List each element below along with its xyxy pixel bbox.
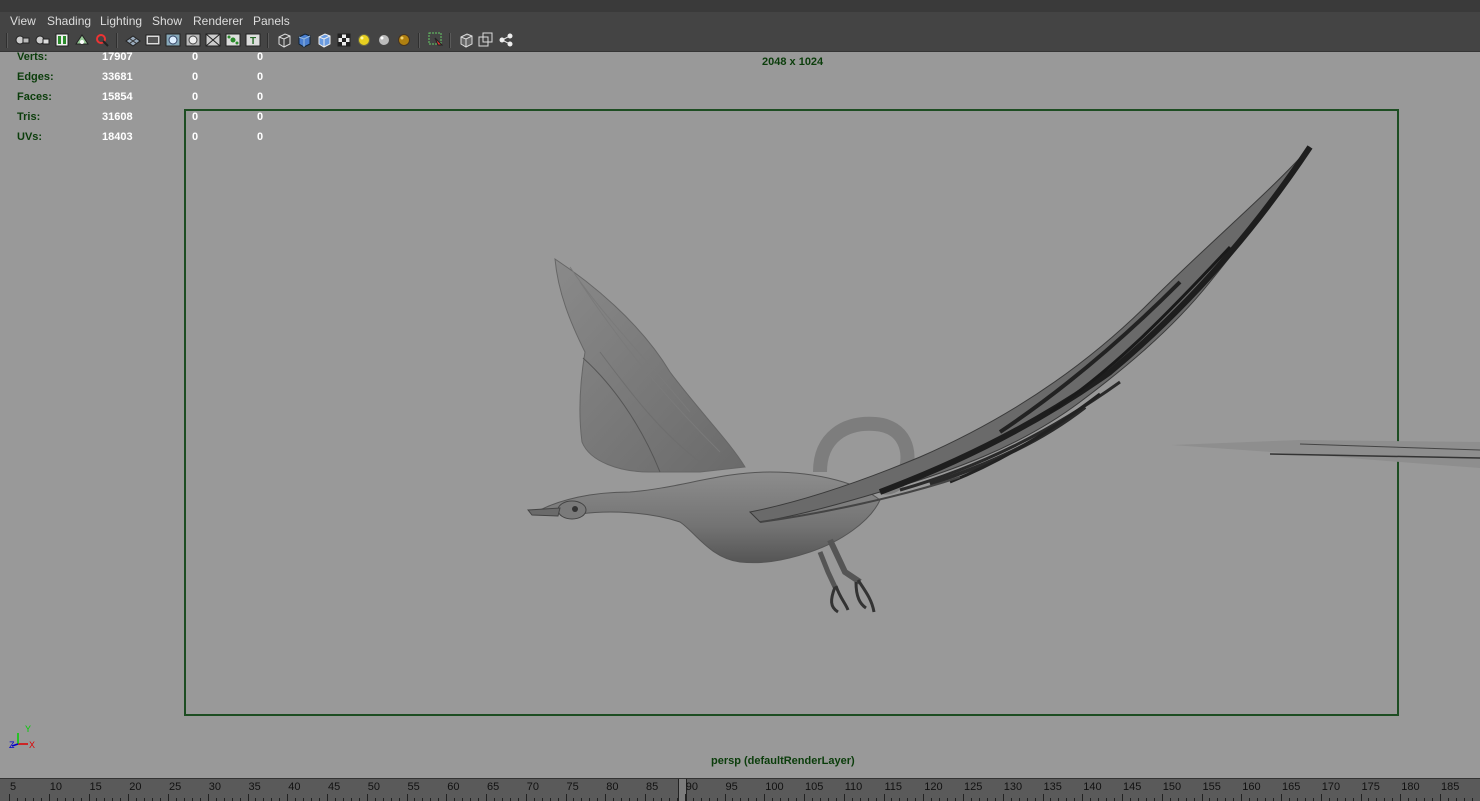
timeline-frame-label: 145: [1123, 781, 1142, 793]
timeline-frame-label: 175: [1361, 781, 1380, 793]
timeline-frame-label: 140: [1083, 781, 1102, 793]
resolution-gate-icon[interactable]: [165, 32, 181, 48]
timeline-frame-label: 20: [129, 781, 142, 793]
legs: [817, 538, 876, 614]
timeline-frame-label: 185: [1441, 781, 1460, 793]
timeline-frame-label: 130: [1003, 781, 1023, 793]
safe-title-icon[interactable]: T: [245, 32, 261, 48]
isolate-select-icon[interactable]: [428, 32, 444, 48]
timeline-frame-label: 155: [1202, 781, 1221, 793]
timeline-frame-label: 45: [328, 781, 341, 793]
smooth-shade-icon[interactable]: [296, 32, 312, 48]
timeline-frame-label: 15: [89, 781, 102, 793]
toolbar-separator: [6, 33, 8, 48]
field-chart-icon[interactable]: [205, 32, 221, 48]
timeline-frame-label: 25: [169, 781, 182, 793]
camera-attributes-icon[interactable]: [54, 32, 70, 48]
bookmark-icon[interactable]: [74, 32, 90, 48]
xray-icon[interactable]: [458, 32, 474, 48]
perspective-viewport[interactable]: Verts: 17907 0 0 Edges: 33681 0 0 Faces:…: [0, 51, 1480, 778]
timeline-frame-label: 70: [526, 781, 539, 793]
distant-wing: [1172, 440, 1480, 468]
timeline-frame-label: 150: [1162, 781, 1182, 793]
wireframe-on-shaded-icon[interactable]: [316, 32, 332, 48]
camera-name: persp (defaultRenderLayer): [711, 755, 855, 767]
lock-camera-icon[interactable]: [34, 32, 50, 48]
timeline-frame-label: 95: [725, 781, 738, 793]
view-axis-indicator: Y Z X: [8, 724, 38, 752]
timeline-frame-label: 50: [367, 781, 380, 793]
right-wing: [748, 145, 1313, 523]
timeline-frame-label: 85: [646, 781, 659, 793]
timeline-frame-label: 135: [1043, 781, 1062, 793]
xray-joints-icon[interactable]: [478, 32, 494, 48]
select-camera-icon[interactable]: [14, 32, 30, 48]
timeline-frame-label: 105: [805, 781, 824, 793]
safe-action-icon[interactable]: [225, 32, 241, 48]
shadows-icon[interactable]: [376, 32, 392, 48]
grid-icon[interactable]: [125, 32, 141, 48]
timeline-frame-label: 60: [447, 781, 460, 793]
menu-show[interactable]: Show: [152, 13, 182, 29]
timeline-frame-label: 55: [407, 781, 420, 793]
panel-menu-bar: View Shading Lighting Show Renderer Pane…: [0, 12, 1480, 30]
left-wing: [554, 258, 746, 473]
bird-model[interactable]: [0, 52, 1480, 778]
timeline-frame-label: 180: [1401, 781, 1420, 793]
menu-renderer[interactable]: Renderer: [193, 13, 243, 29]
menu-lighting[interactable]: Lighting: [100, 13, 142, 29]
toolbar-separator: [418, 33, 420, 48]
timeline-frame-label: 5: [10, 781, 17, 793]
timeline-frame-label: 80: [606, 781, 619, 793]
axis-z-label: Z: [9, 740, 15, 750]
timeline-frame-label: 65: [487, 781, 500, 793]
timeline-frame-label: 90: [685, 781, 698, 793]
menu-shading[interactable]: Shading: [47, 13, 91, 29]
axis-x-label: X: [29, 740, 36, 750]
timeline-frame-label: 110: [844, 781, 863, 793]
timeline-frame-label: 75: [566, 781, 579, 793]
toolbar-separator: [449, 33, 451, 48]
textured-icon[interactable]: [336, 32, 352, 48]
use-all-lights-icon[interactable]: [356, 32, 372, 48]
timeline-frame-label: 170: [1321, 781, 1341, 793]
timeline-frame-label: 40: [288, 781, 301, 793]
timeline-frame-label: 120: [924, 781, 943, 793]
timeline-frame-label: 125: [964, 781, 983, 793]
ambient-occlusion-icon[interactable]: [396, 32, 412, 48]
wireframe-icon[interactable]: [276, 32, 292, 48]
timeline-frame-label: 35: [248, 781, 261, 793]
body: [527, 471, 881, 564]
svg-text:T: T: [250, 36, 256, 47]
film-gate-icon[interactable]: [145, 32, 161, 48]
panel-toolbar: T: [0, 30, 1480, 52]
timeline-frame-label: 10: [49, 781, 62, 793]
menu-view[interactable]: View: [10, 13, 36, 29]
xray-components-icon[interactable]: [498, 32, 514, 48]
menu-panels[interactable]: Panels: [253, 13, 290, 29]
gate-mask-icon[interactable]: [185, 32, 201, 48]
timeline-frame-label: 165: [1282, 781, 1301, 793]
axis-y-label: Y: [25, 724, 32, 734]
toolbar-separator: [267, 33, 269, 48]
timeline-frame-label: 160: [1242, 781, 1261, 793]
toolbar-separator: [116, 33, 118, 48]
time-slider[interactable]: 5 10 15 20 25 30 35 40 45 50 55 60 65 70 75 80 85 90 95 100…: [0, 778, 1480, 801]
timeline-frame-label: 100: [765, 781, 784, 793]
timeline-frame-label: 115: [884, 781, 903, 793]
image-plane-icon[interactable]: [94, 32, 110, 48]
timeline-frame-label: 30: [208, 781, 221, 793]
